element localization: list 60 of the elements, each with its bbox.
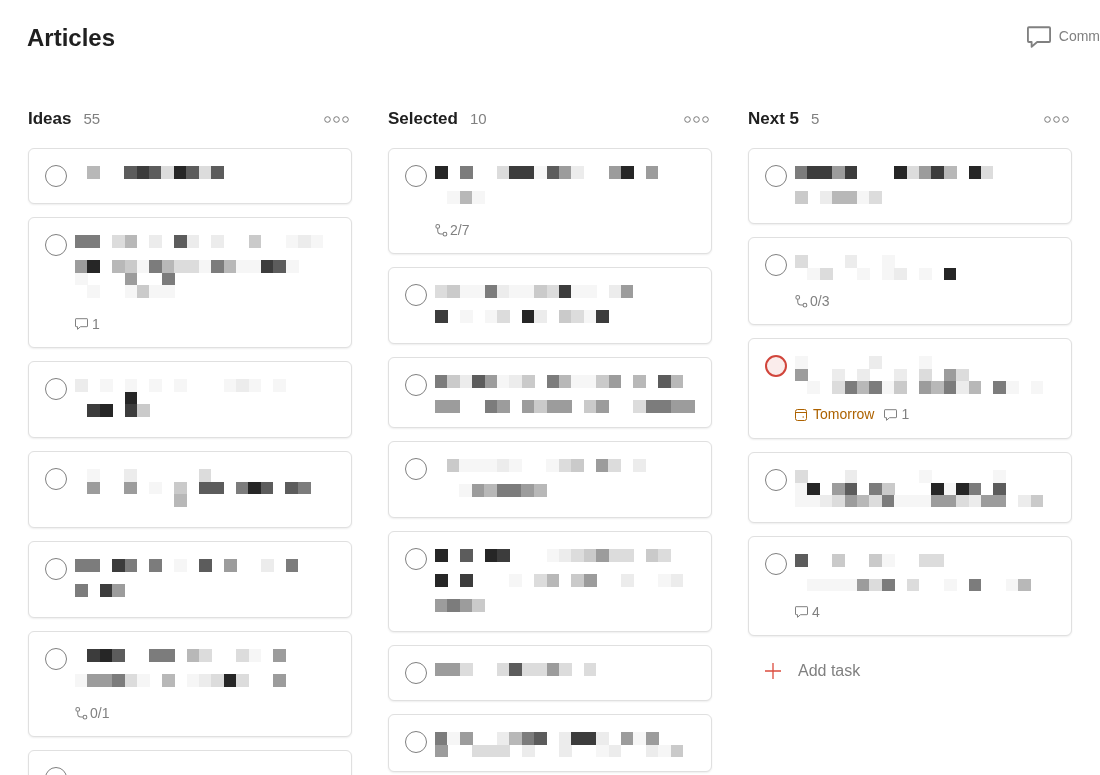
task-checkbox[interactable] (765, 355, 787, 377)
task-checkbox[interactable] (405, 662, 427, 684)
task-checkbox[interactable] (765, 254, 787, 276)
column-title: Ideas (28, 108, 72, 131)
branch-icon (75, 706, 88, 720)
task-card[interactable] (28, 361, 352, 438)
task-card[interactable] (28, 148, 352, 204)
comment-count: 4 (812, 602, 820, 622)
task-card[interactable] (388, 531, 712, 632)
task-card[interactable]: 0/1 (28, 631, 352, 737)
task-checkbox[interactable] (405, 284, 427, 306)
task-count: 55 (83, 109, 101, 130)
subtask-count: 0/3 (810, 291, 830, 311)
comment-count: 1 (92, 314, 100, 334)
task-checkbox[interactable] (45, 165, 67, 187)
comment-count: 1 (901, 405, 910, 424)
task-card[interactable] (28, 451, 352, 528)
more-options-icon[interactable] (1044, 115, 1069, 123)
comment-icon (1026, 25, 1051, 48)
branch-icon (795, 294, 808, 308)
add-task-button[interactable]: Add task (748, 659, 1072, 683)
task-checkbox[interactable] (765, 165, 787, 187)
more-options-icon[interactable] (684, 115, 709, 123)
task-checkbox[interactable] (45, 468, 67, 490)
task-checkbox[interactable] (45, 648, 67, 670)
more-options-icon[interactable] (324, 115, 349, 123)
comment-icon (795, 606, 808, 618)
due-date: Tomorrow (813, 405, 875, 424)
task-card[interactable]: 2/7 (388, 148, 712, 254)
task-count: 10 (469, 109, 487, 130)
task-card[interactable]: 0/3 (748, 237, 1072, 325)
task-card[interactable]: 4 (748, 535, 1072, 636)
task-card[interactable]: 1 (28, 217, 352, 348)
comments-button[interactable]: Comm (1026, 25, 1100, 48)
task-checkbox[interactable] (405, 374, 427, 396)
task-checkbox[interactable] (405, 548, 427, 570)
task-card[interactable] (388, 714, 712, 772)
task-checkbox[interactable] (765, 552, 787, 575)
task-checkbox[interactable] (45, 558, 67, 580)
subtask-count: 0/1 (90, 703, 110, 723)
plus-icon (765, 663, 781, 679)
comment-icon (884, 408, 898, 421)
task-card[interactable]: Tomorrow 1 (748, 338, 1072, 439)
task-checkbox[interactable] (405, 458, 427, 480)
branch-icon (435, 223, 448, 237)
calendar-icon (795, 408, 807, 421)
task-checkbox[interactable] (45, 234, 67, 256)
column-title: Next 5 (748, 108, 800, 131)
comment-icon (75, 318, 88, 330)
task-checkbox[interactable] (765, 468, 787, 491)
page-title: Articles (27, 24, 116, 52)
subtask-count: 2/7 (450, 220, 470, 240)
task-card[interactable] (388, 267, 712, 344)
task-checkbox[interactable] (45, 378, 67, 400)
task-card[interactable] (748, 451, 1072, 523)
task-checkbox[interactable] (405, 731, 427, 753)
task-count: 5 (811, 109, 820, 130)
column-title: Selected (388, 108, 458, 131)
task-checkbox[interactable] (405, 165, 427, 187)
task-card[interactable] (748, 148, 1072, 224)
